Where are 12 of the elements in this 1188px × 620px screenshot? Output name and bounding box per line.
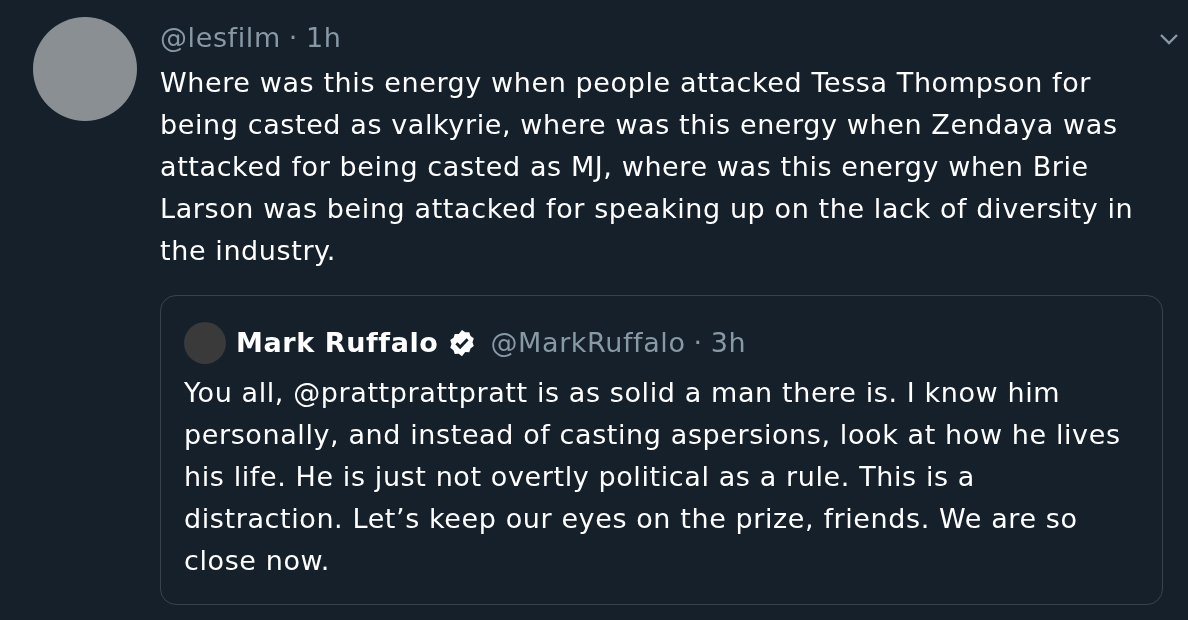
chevron-down-icon[interactable] <box>1159 33 1179 45</box>
author-name: Mark Ruffalo <box>236 325 439 360</box>
separator-dot: · <box>693 325 703 360</box>
quoted-tweet-text: You all, @prattprattpratt is as solid a man there is. I know him personally, and instead of casting aspersions, look at how he lives his life. He is just not overtly political as a rule. This is a distraction. Let’s keep our eyes on the prize, friends. We are so close now. <box>184 376 1122 578</box>
user-handle[interactable]: @lesfilm <box>160 17 281 59</box>
quote-time: 3h <box>710 325 747 360</box>
quoted-tweet-card[interactable] <box>160 295 1163 605</box>
separator-dot: · <box>288 20 298 55</box>
tweet-text: Where was this energy when people attacked Tessa Thompson for being casted as valkyrie, where was this energy when Zendaya was attacked for being casted as MJ, where was this energy when Brie Larson was being attacked for speaking up on the lack of diversity in the industry. <box>160 66 1135 268</box>
tweet-time[interactable]: 1h <box>306 17 342 59</box>
avatar-photo-placeholder <box>184 322 226 364</box>
author-handle: @MarkRuffalo <box>490 325 686 360</box>
